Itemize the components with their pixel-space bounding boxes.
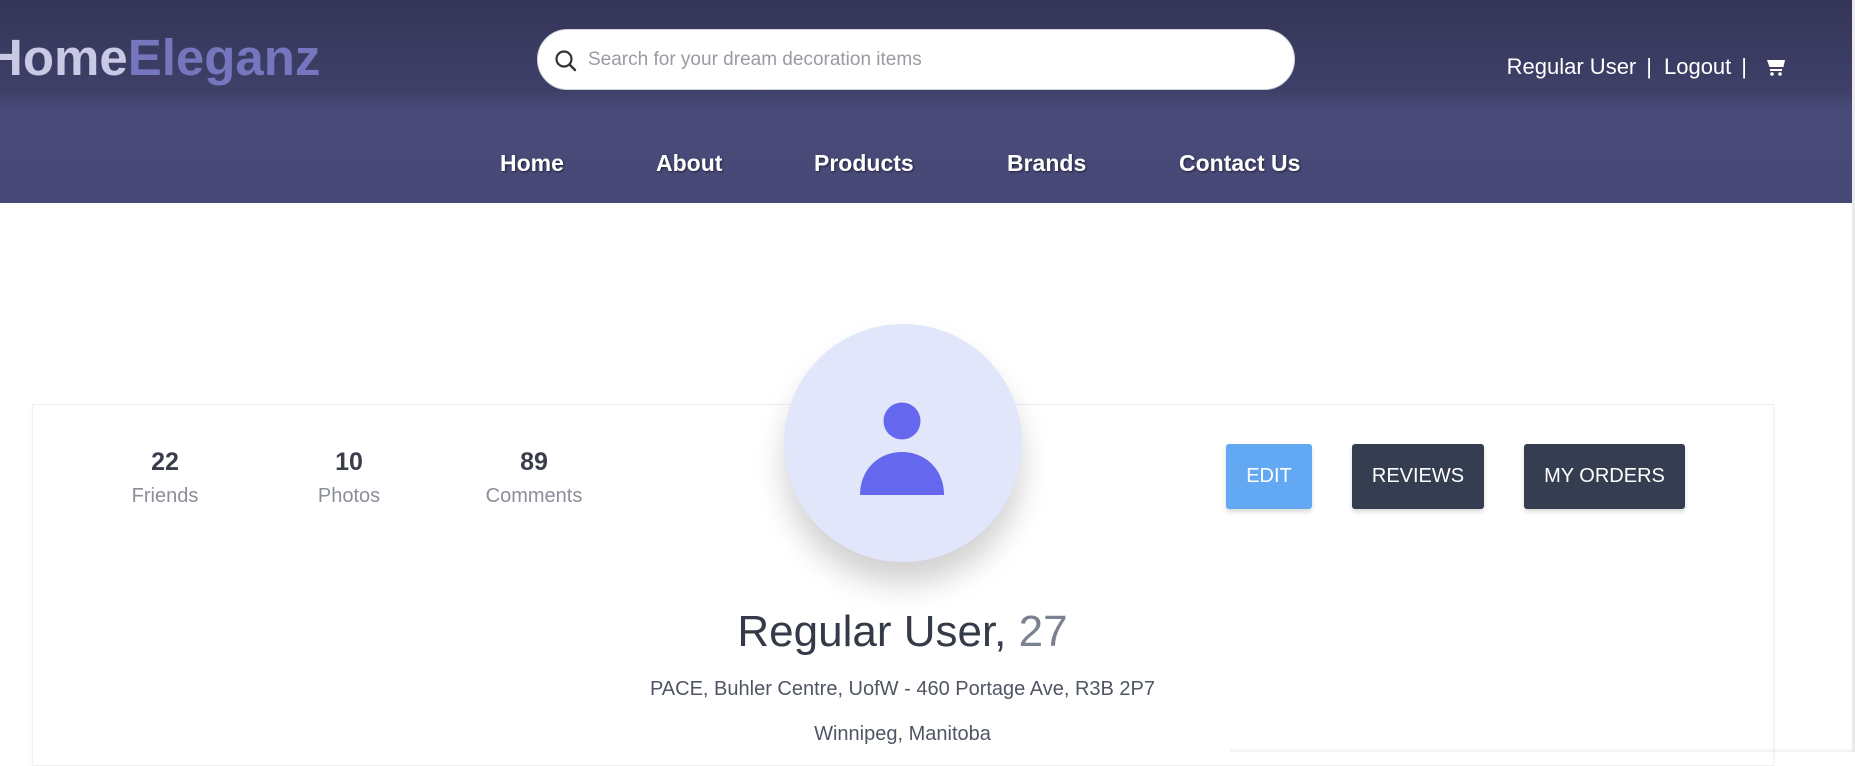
stat-label: Comments xyxy=(485,485,583,507)
profile-name: Regular User, 27 xyxy=(0,607,1805,657)
user-menu: Regular User | Logout | xyxy=(1507,54,1787,80)
logout-link[interactable]: Logout xyxy=(1664,54,1731,80)
stat-label: Photos xyxy=(317,485,381,507)
edit-button[interactable]: EDIT xyxy=(1226,444,1312,509)
stat-comments: 89 Comments xyxy=(464,448,604,508)
stat-photos: 10 Photos xyxy=(279,448,419,508)
stat-label: Friends xyxy=(131,485,199,507)
nav-home[interactable]: Home xyxy=(500,150,564,177)
profile-city: Winnipeg, Manitoba xyxy=(814,723,991,745)
stat-value: 22 xyxy=(151,448,179,476)
stat-value: 89 xyxy=(520,448,548,476)
cart-icon[interactable] xyxy=(1765,56,1787,78)
site-logo[interactable]: HomeEleganz xyxy=(0,28,320,87)
search-bar xyxy=(537,29,1295,90)
profile-name-text: Regular User, xyxy=(737,607,1007,656)
logo-brand-text: Eleganz xyxy=(127,29,321,86)
profile-age: 27 xyxy=(1018,607,1068,656)
nav-about[interactable]: About xyxy=(656,150,722,177)
profile-address: PACE, Buhler Centre, UofW - 460 Portage … xyxy=(649,678,1156,700)
separator: | xyxy=(1741,54,1747,79)
nav-contact-us[interactable]: Contact Us xyxy=(1179,150,1300,177)
logo-home-text: Home xyxy=(0,29,128,86)
search-input[interactable] xyxy=(588,30,1268,89)
search-icon[interactable] xyxy=(553,48,579,74)
stat-friends: 22 Friends xyxy=(95,448,235,508)
nav-products[interactable]: Products xyxy=(814,150,914,177)
bottom-shadow xyxy=(1230,748,1852,752)
separator: | xyxy=(1646,54,1652,79)
stat-value: 10 xyxy=(335,448,363,476)
site-header: HomeEleganz Regular User | Logout | Home… xyxy=(0,0,1852,203)
main-nav: Home About Products Brands Contact Us xyxy=(0,150,1852,186)
my-orders-button[interactable]: MY ORDERS xyxy=(1524,444,1685,509)
user-name-link[interactable]: Regular User xyxy=(1507,54,1637,80)
avatar xyxy=(784,324,1022,562)
nav-brands[interactable]: Brands xyxy=(1007,150,1086,177)
reviews-button[interactable]: REVIEWS xyxy=(1352,444,1484,509)
user-icon xyxy=(860,402,944,495)
